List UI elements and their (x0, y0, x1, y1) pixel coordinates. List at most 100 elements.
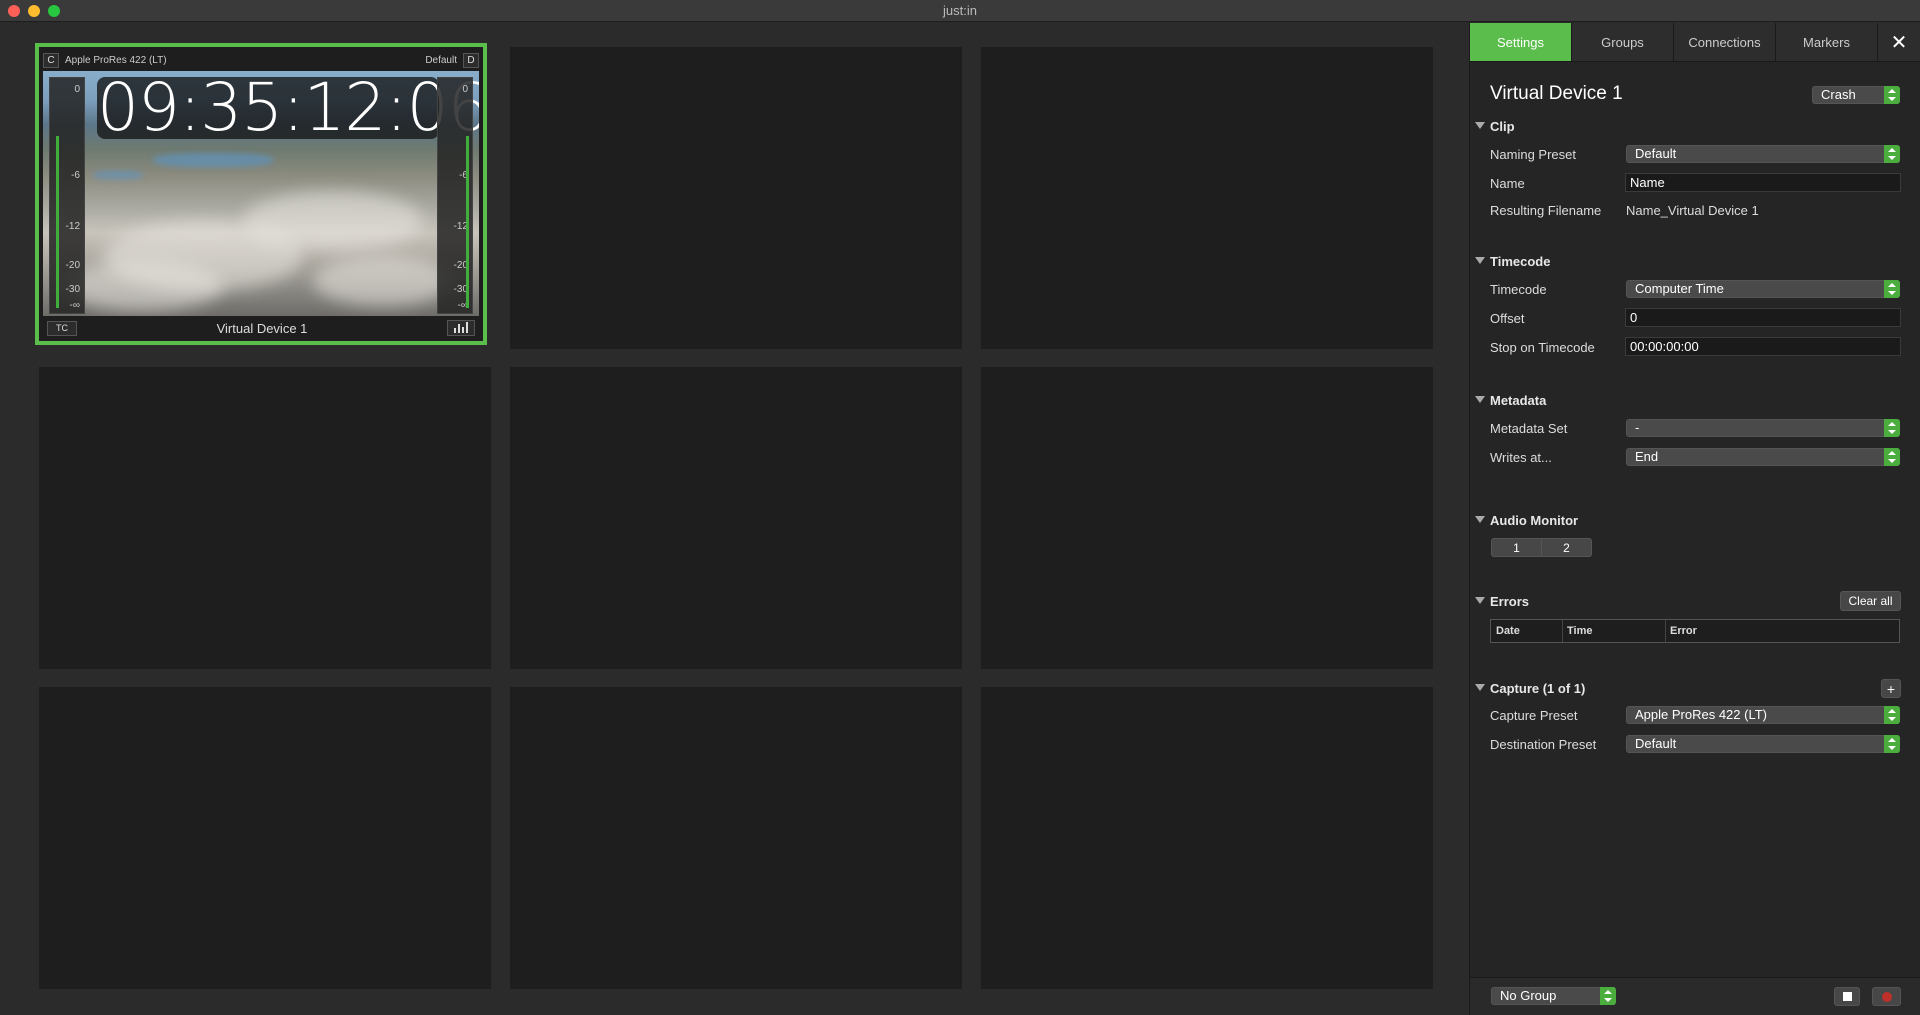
capture-section-title: Capture (1 of 1) (1490, 681, 1586, 696)
collapse-triangle-icon[interactable] (1475, 396, 1485, 403)
timecode-section-title: Timecode (1490, 254, 1551, 269)
add-capture-button[interactable]: + (1881, 679, 1901, 698)
close-panel-icon[interactable]: ✕ (1878, 23, 1920, 61)
cell-header: C Apple ProRes 422 (LT) Default D (43, 50, 479, 70)
timecode-select[interactable]: Computer Time (1626, 280, 1900, 298)
empty-device-slot[interactable] (39, 687, 491, 989)
preview-cloud (243, 191, 423, 251)
collapse-triangle-icon[interactable] (1475, 684, 1485, 691)
name-label: Name (1490, 176, 1525, 191)
meter-tick: -30 (65, 284, 80, 295)
empty-device-slot[interactable] (981, 47, 1433, 349)
writes-at-label: Writes at... (1490, 450, 1552, 465)
preview-lake (93, 171, 143, 179)
clear-all-button[interactable]: Clear all (1840, 591, 1901, 611)
collapse-triangle-icon[interactable] (1475, 516, 1485, 523)
column-error[interactable]: Error (1670, 625, 1697, 637)
empty-device-slot[interactable] (510, 47, 962, 349)
preview-lake (153, 153, 273, 167)
group-select[interactable]: No Group (1491, 987, 1616, 1005)
meter-tick: -∞ (69, 300, 80, 311)
errors-section-title: Errors (1490, 594, 1530, 609)
clip-section-title: Clip (1490, 119, 1515, 134)
stop-on-timecode-label: Stop on Timecode (1490, 340, 1595, 355)
empty-device-slot[interactable] (981, 687, 1433, 989)
resulting-filename-value: Name_Virtual Device 1 (1626, 203, 1759, 218)
meter-level-bar (56, 136, 59, 308)
record-icon (1881, 991, 1892, 1002)
audio-monitor-section-title: Audio Monitor (1490, 513, 1579, 528)
collapse-triangle-icon[interactable] (1475, 257, 1485, 264)
title-bar: just:in (0, 0, 1920, 22)
destination-preset-label: Destination Preset (1490, 737, 1597, 752)
device-cell-virtual-device-1[interactable]: C Apple ProRes 422 (LT) Default D 09:35:… (35, 43, 487, 345)
resulting-filename-label: Resulting Filename (1490, 203, 1602, 218)
zoom-window-button[interactable] (48, 5, 60, 17)
stop-on-timecode-input[interactable]: 00:00:00:00 (1625, 337, 1901, 356)
destination-preset-select[interactable]: Default (1626, 735, 1900, 753)
naming-preset-select[interactable]: Default (1626, 145, 1900, 163)
codec-badge[interactable]: C (43, 52, 59, 68)
select-arrow-icon (1884, 735, 1900, 753)
capture-preset-label: Capture Preset (1490, 708, 1578, 723)
minimize-window-button[interactable] (28, 5, 40, 17)
audio-meter-left: 0 -6 -12 -20 -30 -∞ (49, 77, 85, 314)
empty-device-slot[interactable] (510, 367, 962, 669)
metadata-set-label: Metadata Set (1490, 421, 1568, 436)
timecode-button[interactable]: TC (47, 320, 77, 336)
empty-device-slot[interactable] (510, 687, 962, 989)
errors-table-header: Date Time Error (1490, 619, 1900, 643)
audio-channel-1-button[interactable]: 1 (1491, 538, 1542, 557)
select-arrow-icon (1884, 280, 1900, 298)
writes-at-select[interactable]: End (1626, 448, 1900, 466)
tab-settings[interactable]: Settings (1470, 23, 1572, 61)
record-button[interactable] (1872, 987, 1901, 1006)
meter-tick: -20 (65, 260, 80, 271)
timecode-overlay: 09:35:12:06 (97, 71, 479, 146)
empty-device-slot[interactable] (981, 367, 1433, 669)
inspector-panel: Settings Groups Connections Markers ✕ Vi… (1469, 23, 1920, 1015)
column-time[interactable]: Time (1567, 625, 1592, 637)
naming-preset-label: Naming Preset (1490, 147, 1576, 162)
metadata-set-select[interactable]: - (1626, 419, 1900, 437)
tab-groups[interactable]: Groups (1572, 23, 1674, 61)
select-arrow-icon (1884, 706, 1900, 724)
mode-select[interactable]: Crash (1812, 86, 1900, 104)
audio-levels-icon[interactable] (447, 320, 475, 336)
window-title: just:in (943, 3, 977, 18)
audio-meter-right: 0 -6 -12 -20 -30 -∞ (437, 77, 473, 314)
select-arrow-icon (1884, 86, 1900, 104)
device-title: Virtual Device 1 (1490, 83, 1623, 104)
stop-button[interactable] (1834, 987, 1860, 1006)
panel-tabs: Settings Groups Connections Markers ✕ (1470, 23, 1920, 62)
name-input[interactable]: Name (1625, 173, 1901, 192)
preview-cloud (63, 261, 223, 311)
video-preview: 09:35:12:06 0 -6 -12 -20 -30 -∞ 0 -6 -12… (43, 71, 479, 316)
meter-level-bar (466, 136, 469, 308)
tab-markers[interactable]: Markers (1776, 23, 1878, 61)
select-arrow-icon (1884, 419, 1900, 437)
window-controls (8, 5, 60, 17)
meter-tick: 0 (74, 84, 80, 95)
column-date[interactable]: Date (1496, 625, 1520, 637)
meter-tick: -12 (65, 221, 80, 232)
metadata-section-title: Metadata (1490, 393, 1547, 408)
tab-connections[interactable]: Connections (1674, 23, 1776, 61)
close-window-button[interactable] (8, 5, 20, 17)
collapse-triangle-icon[interactable] (1475, 597, 1485, 604)
empty-device-slot[interactable] (39, 367, 491, 669)
offset-input[interactable]: 0 (1625, 308, 1901, 327)
collapse-triangle-icon[interactable] (1475, 122, 1485, 129)
destination-badge[interactable]: D (463, 52, 479, 68)
preset-label: Default (425, 54, 457, 66)
meter-tick: 0 (462, 84, 468, 95)
select-arrow-icon (1884, 145, 1900, 163)
stop-icon (1842, 992, 1852, 1001)
device-name-label: Virtual Device 1 (216, 320, 308, 336)
select-arrow-icon (1884, 448, 1900, 466)
audio-channel-2-button[interactable]: 2 (1541, 538, 1592, 557)
preview-cloud (313, 256, 453, 306)
codec-label: Apple ProRes 422 (LT) (65, 54, 167, 66)
offset-label: Offset (1490, 311, 1525, 326)
capture-preset-select[interactable]: Apple ProRes 422 (LT) (1626, 706, 1900, 724)
